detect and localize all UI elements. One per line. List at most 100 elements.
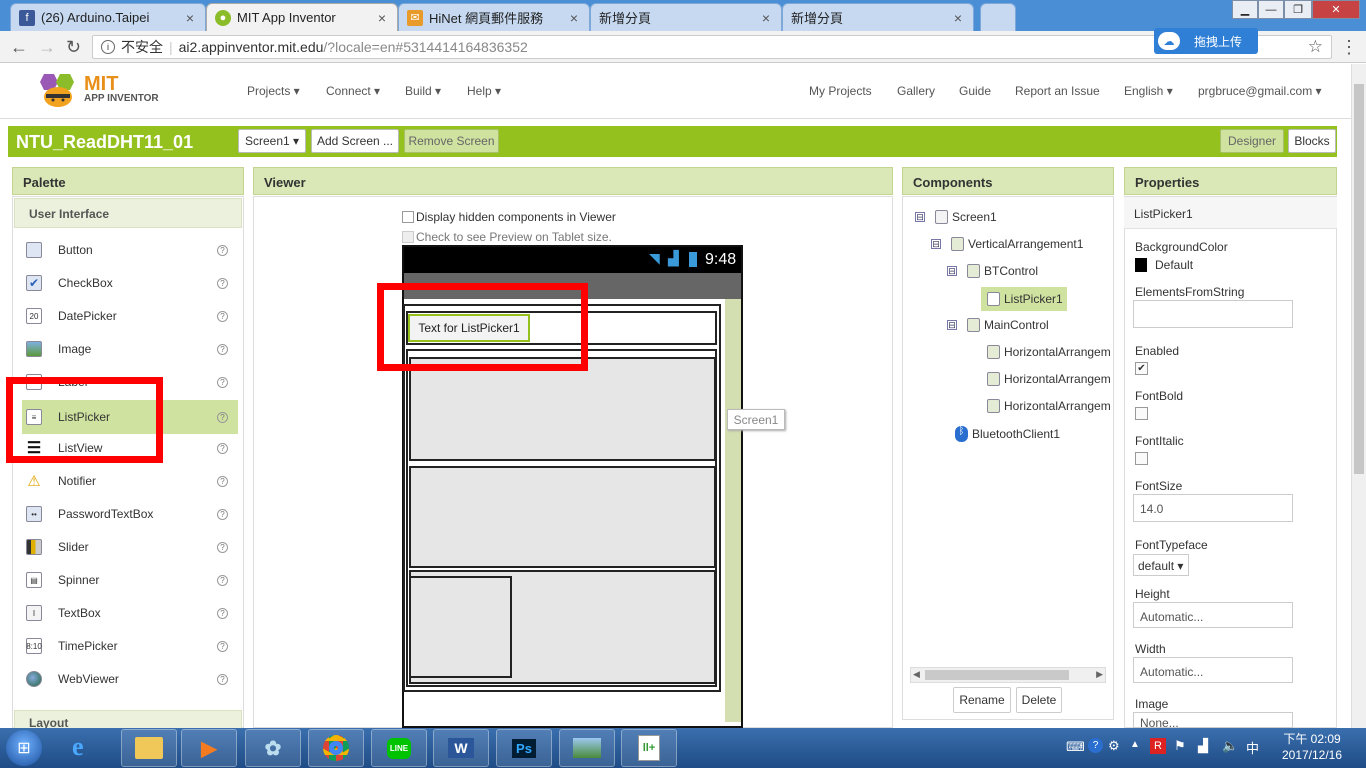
menu-help[interactable]: Help ▾ [467, 84, 501, 98]
scroll-right-icon[interactable]: ▶ [1096, 669, 1103, 680]
help-icon[interactable]: ? [217, 475, 228, 487]
page-scrollbar[interactable] [1351, 64, 1366, 728]
network-icon[interactable]: ▟ [1198, 738, 1208, 754]
cloud-sync-icon[interactable]: ✿ [245, 729, 301, 767]
tablet-preview-option[interactable]: Check to see Preview on Tablet size. [402, 230, 612, 244]
arduino-ide-icon[interactable]: ll+ [621, 729, 677, 767]
tab-hinet-mail[interactable]: ✉ HiNet 網頁郵件服務 × [398, 3, 590, 31]
scroll-left-icon[interactable]: ◀ [913, 669, 920, 680]
prop-height-input[interactable]: Automatic... [1133, 602, 1293, 628]
menu-connect[interactable]: Connect ▾ [326, 84, 380, 98]
restore-icon[interactable]: ❐ [1284, 0, 1312, 19]
menu-projects[interactable]: Projects ▾ [247, 84, 300, 98]
palette-item-button[interactable]: Button ? [22, 235, 238, 265]
tree-node-horizontalarrangement1[interactable]: HorizontalArrangem [987, 345, 1111, 359]
prop-backgroundcolor-picker[interactable]: Default [1135, 258, 1193, 272]
antivirus-icon[interactable]: R [1150, 738, 1166, 754]
palette-item-spinner[interactable]: ▤ Spinner ? [22, 565, 238, 595]
settings-icon[interactable]: ⚙ [1108, 738, 1120, 754]
upload-button[interactable]: ☁ 拖拽上传 [1154, 28, 1258, 54]
horizontal-arrangement-2[interactable] [409, 466, 716, 568]
help-icon[interactable]: ? [217, 541, 228, 553]
tablet-preview-checkbox[interactable] [402, 231, 414, 243]
collapse-icon[interactable]: ⊟ [915, 212, 925, 222]
tree-node-listpicker1[interactable]: ListPicker1 [981, 287, 1067, 311]
close-icon[interactable]: × [951, 10, 965, 26]
close-window-icon[interactable]: ✕ [1312, 0, 1360, 19]
hidden-components-option[interactable]: Display hidden components in Viewer [402, 210, 616, 224]
tree-node-maincontrol[interactable]: ⊟ MainControl [947, 318, 1049, 332]
screen-select-button[interactable]: Screen1 ▾ [238, 129, 306, 153]
keyboard-icon[interactable]: ⌨ [1066, 739, 1085, 755]
palette-item-notifier[interactable]: ⚠ Notifier ? [22, 466, 238, 496]
minimize-window-button[interactable]: — [1258, 0, 1284, 19]
link-guide[interactable]: Guide [959, 84, 991, 98]
help-icon[interactable]: ? [217, 376, 228, 388]
input-method-icon[interactable]: 中 [1246, 738, 1259, 757]
tree-node-screen1[interactable]: ⊟ Screen1 [915, 210, 997, 224]
palette-item-slider[interactable]: Slider ? [22, 532, 238, 562]
help-icon[interactable]: ? [217, 411, 228, 423]
line-icon[interactable]: LINE [371, 729, 427, 767]
help-icon[interactable]: ? [217, 277, 228, 289]
info-icon[interactable]: i [101, 40, 115, 54]
chrome-icon[interactable] [308, 729, 364, 767]
scrollbar-thumb[interactable] [1354, 84, 1364, 474]
prop-fonttypeface-select[interactable]: default ▾ [1133, 554, 1189, 576]
palette-item-image[interactable]: Image ? [22, 334, 238, 364]
add-screen-button[interactable]: Add Screen ... [311, 129, 399, 153]
help-icon[interactable]: ? [217, 607, 228, 619]
photoshop-icon[interactable]: Ps [496, 729, 552, 767]
link-gallery[interactable]: Gallery [897, 84, 935, 98]
help-icon[interactable]: ? [217, 574, 228, 586]
tab-new-2[interactable]: 新增分頁 × [782, 3, 974, 31]
link-report-issue[interactable]: Report an Issue [1015, 84, 1100, 98]
volume-icon[interactable]: 🔈 [1222, 738, 1238, 754]
help-icon[interactable]: ? [217, 244, 228, 256]
palette-item-passwordtextbox[interactable]: •• PasswordTextBox ? [22, 499, 238, 529]
blocks-button[interactable]: Blocks [1288, 129, 1336, 153]
palette-category-layout[interactable]: Layout [14, 710, 242, 730]
tab-app-inventor[interactable]: ● MIT App Inventor × [206, 3, 398, 31]
photo-viewer-icon[interactable] [559, 729, 615, 767]
close-icon[interactable]: × [183, 10, 197, 26]
ie-icon[interactable]: e [72, 732, 84, 762]
scrollbar-thumb[interactable] [925, 670, 1069, 680]
inner-arrangement[interactable] [409, 576, 512, 678]
hidden-components-checkbox[interactable] [402, 211, 414, 223]
palette-item-webviewer[interactable]: WebViewer ? [22, 664, 238, 694]
tree-node-horizontalarrangement2[interactable]: HorizontalArrangem [987, 372, 1111, 386]
tab-new-1[interactable]: 新增分頁 × [590, 3, 782, 31]
help-icon[interactable]: ? [217, 508, 228, 520]
tree-node-horizontalarrangement3[interactable]: HorizontalArrangem [987, 399, 1111, 413]
prop-enabled-checkbox[interactable]: ✔ [1135, 362, 1148, 375]
link-my-projects[interactable]: My Projects [809, 84, 872, 98]
prop-width-input[interactable]: Automatic... [1133, 657, 1293, 683]
menu-dots-icon[interactable]: ⋮ [1340, 37, 1358, 58]
delete-button[interactable]: Delete [1016, 687, 1062, 713]
flag-icon[interactable]: ⚑ [1174, 738, 1186, 754]
palette-item-timepicker[interactable]: 8:10 TimePicker ? [22, 631, 238, 661]
horizontal-arrangement-1[interactable] [409, 357, 716, 461]
help-icon[interactable]: ? [217, 640, 228, 652]
menu-language[interactable]: English ▾ [1124, 84, 1173, 98]
prop-fontsize-input[interactable]: 14.0 [1133, 494, 1293, 522]
explorer-icon[interactable] [121, 729, 177, 767]
media-player-icon[interactable]: ▶ [181, 729, 237, 767]
prop-image-input[interactable]: None... [1133, 712, 1293, 728]
help-icon[interactable]: ? [217, 673, 228, 685]
url-field[interactable]: i 不安全 | ai2.appinventor.mit.edu /?locale… [92, 35, 1332, 59]
system-clock[interactable]: 下午 02:09 2017/12/16 [1272, 731, 1352, 763]
collapse-icon[interactable]: ⊟ [947, 266, 957, 276]
start-button[interactable]: ⊞ [6, 730, 42, 766]
palette-item-datepicker[interactable]: 20 DatePicker ? [22, 301, 238, 331]
prop-fontbold-checkbox[interactable] [1135, 407, 1148, 420]
reload-icon[interactable]: ↻ [66, 37, 81, 58]
tree-node-verticalarrangement1[interactable]: ⊟ VerticalArrangement1 [931, 237, 1083, 251]
tree-node-btcontrol[interactable]: ⊟ BTControl [947, 264, 1038, 278]
palette-item-checkbox[interactable]: ✔ CheckBox ? [22, 268, 238, 298]
prop-elements-input[interactable] [1133, 300, 1293, 328]
prop-fontitalic-checkbox[interactable] [1135, 452, 1148, 465]
tree-node-bluetoothclient1[interactable]: ᛒ BluetoothClient1 [955, 426, 1060, 442]
help-icon[interactable]: ? [217, 343, 228, 355]
